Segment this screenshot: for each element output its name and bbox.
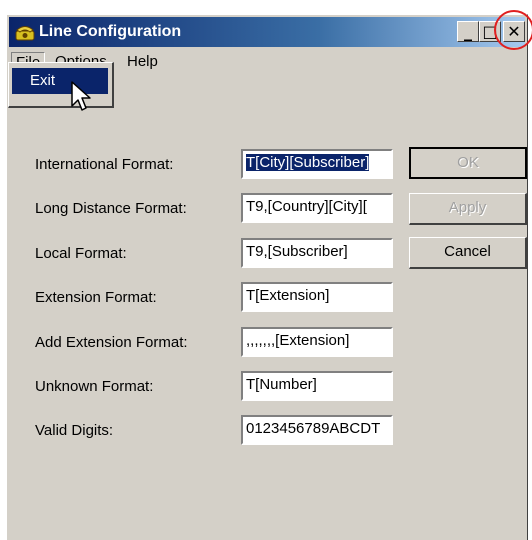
ok-button[interactable]: OK xyxy=(409,147,527,179)
title-bar[interactable]: Line Configuration _ □ ✕ xyxy=(9,17,525,47)
add-extension-format-label: Add Extension Format: xyxy=(35,334,188,351)
local-format-label: Local Format: xyxy=(35,245,127,262)
file-dropdown-menu: Exit xyxy=(8,62,114,108)
extension-format-field[interactable]: T[Extension] xyxy=(241,282,393,312)
international-format-field[interactable]: T[City][Subscriber] xyxy=(241,149,393,179)
unknown-format-label: Unknown Format: xyxy=(35,378,154,395)
selected-text: T[City][Subscriber] xyxy=(246,154,370,171)
apply-button[interactable]: Apply xyxy=(409,193,527,225)
local-format-field[interactable]: T9,[Subscriber] xyxy=(241,238,393,268)
close-button[interactable]: ✕ xyxy=(503,21,525,42)
valid-digits-field[interactable]: 0123456789ABCDT xyxy=(241,415,393,445)
unknown-format-field[interactable]: T[Number] xyxy=(241,371,393,401)
window-title: Line Configuration xyxy=(39,23,182,40)
international-format-label: International Format: xyxy=(35,156,174,173)
mouse-pointer-icon xyxy=(70,80,92,114)
long-distance-format-label: Long Distance Format: xyxy=(35,200,187,217)
menu-item-exit[interactable]: Exit xyxy=(12,68,108,94)
valid-digits-label: Valid Digits: xyxy=(35,422,114,439)
extension-format-label: Extension Format: xyxy=(35,289,157,306)
phone-icon xyxy=(15,23,35,41)
add-extension-format-field[interactable]: ,,,,,,,[Extension] xyxy=(241,327,393,357)
long-distance-format-field[interactable]: T9,[Country][City][ xyxy=(241,193,393,223)
maximize-button[interactable]: □ xyxy=(479,21,501,42)
minimize-button[interactable]: _ xyxy=(457,21,479,42)
menu-help[interactable]: Help xyxy=(123,52,162,72)
cancel-button[interactable]: Cancel xyxy=(409,237,527,269)
